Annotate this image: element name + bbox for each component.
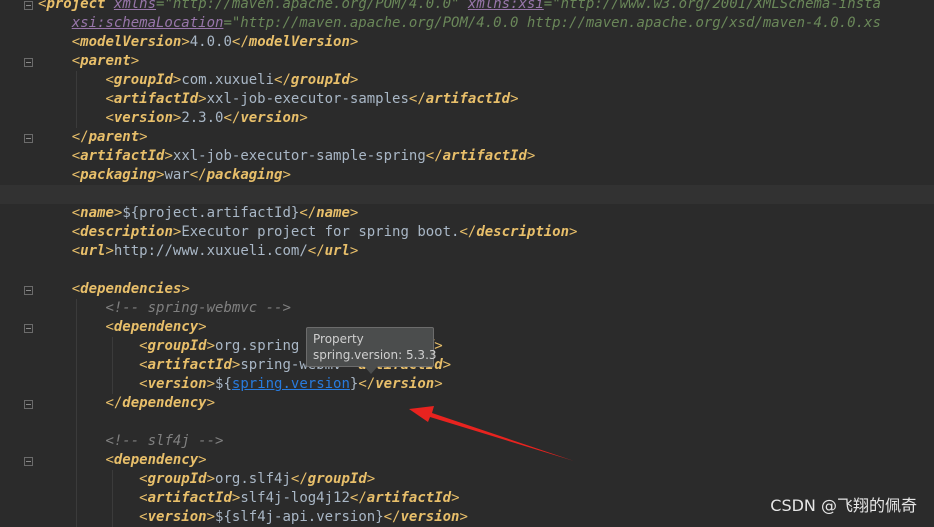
- csdn-watermark: CSDN @飞翔的佩奇: [770, 496, 917, 515]
- arrow-shape: [409, 406, 574, 461]
- annotation-arrow: [409, 406, 574, 461]
